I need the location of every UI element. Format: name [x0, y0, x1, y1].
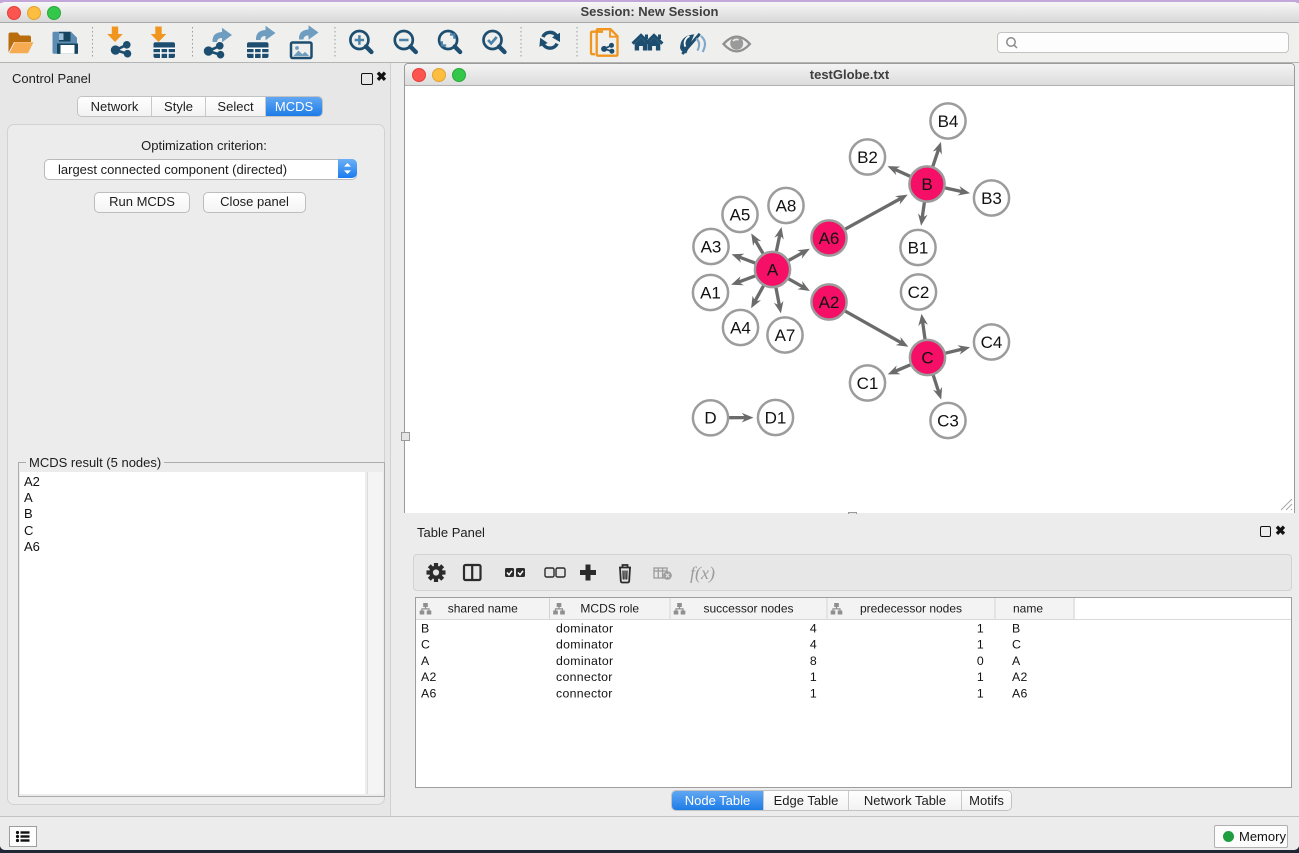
svg-text:A: A — [421, 654, 430, 668]
svg-text:dominator: dominator — [556, 638, 613, 652]
svg-text:B4: B4 — [938, 112, 959, 131]
svg-text:A4: A4 — [730, 318, 751, 337]
svg-text:1: 1 — [977, 622, 984, 636]
svg-text:MCDS role: MCDS role — [580, 602, 639, 616]
svg-text:connector: connector — [556, 670, 613, 684]
svg-text:A8: A8 — [776, 196, 797, 215]
svg-text:1: 1 — [810, 670, 817, 684]
svg-text:dominator: dominator — [556, 654, 613, 668]
svg-text:1: 1 — [977, 686, 984, 700]
svg-text:f(x): f(x) — [690, 563, 715, 584]
svg-text:A6: A6 — [421, 686, 437, 700]
svg-text:D1: D1 — [765, 408, 787, 427]
svg-text:A7: A7 — [775, 326, 796, 345]
svg-text:B: B — [1012, 622, 1021, 636]
svg-text:8: 8 — [810, 654, 817, 668]
svg-text:B3: B3 — [981, 189, 1002, 208]
svg-text:D: D — [704, 409, 716, 428]
svg-text:C: C — [421, 638, 430, 652]
svg-text:A2: A2 — [421, 670, 437, 684]
svg-text:1: 1 — [977, 670, 984, 684]
svg-text:shared name: shared name — [448, 602, 518, 616]
svg-text:A3: A3 — [701, 237, 722, 256]
svg-text:B1: B1 — [908, 238, 929, 257]
svg-text:1: 1 — [977, 638, 984, 652]
svg-text:0: 0 — [977, 654, 984, 668]
svg-text:C1: C1 — [857, 374, 879, 393]
svg-text:A1: A1 — [700, 283, 721, 302]
svg-text:C: C — [1012, 638, 1021, 652]
svg-text:B2: B2 — [857, 148, 878, 167]
svg-text:1: 1 — [810, 686, 817, 700]
svg-text:predecessor nodes: predecessor nodes — [860, 602, 962, 616]
svg-text:4: 4 — [810, 638, 817, 652]
svg-text:A6: A6 — [1012, 686, 1028, 700]
svg-text:A: A — [767, 260, 779, 279]
svg-text:B: B — [921, 175, 932, 194]
svg-text:C: C — [921, 348, 933, 367]
svg-text:4: 4 — [810, 622, 817, 636]
svg-text:B: B — [421, 622, 430, 636]
svg-text:name: name — [1013, 602, 1043, 616]
svg-text:A5: A5 — [730, 205, 751, 224]
svg-text:C2: C2 — [908, 283, 930, 302]
svg-text:C4: C4 — [981, 333, 1003, 352]
svg-text:C3: C3 — [937, 411, 959, 430]
svg-text:A2: A2 — [1012, 670, 1028, 684]
svg-text:A6: A6 — [819, 229, 840, 248]
svg-text:successor nodes: successor nodes — [703, 602, 793, 616]
svg-text:A2: A2 — [819, 293, 840, 312]
svg-text:connector: connector — [556, 686, 613, 700]
svg-text:A: A — [1012, 654, 1021, 668]
svg-text:dominator: dominator — [556, 622, 613, 636]
